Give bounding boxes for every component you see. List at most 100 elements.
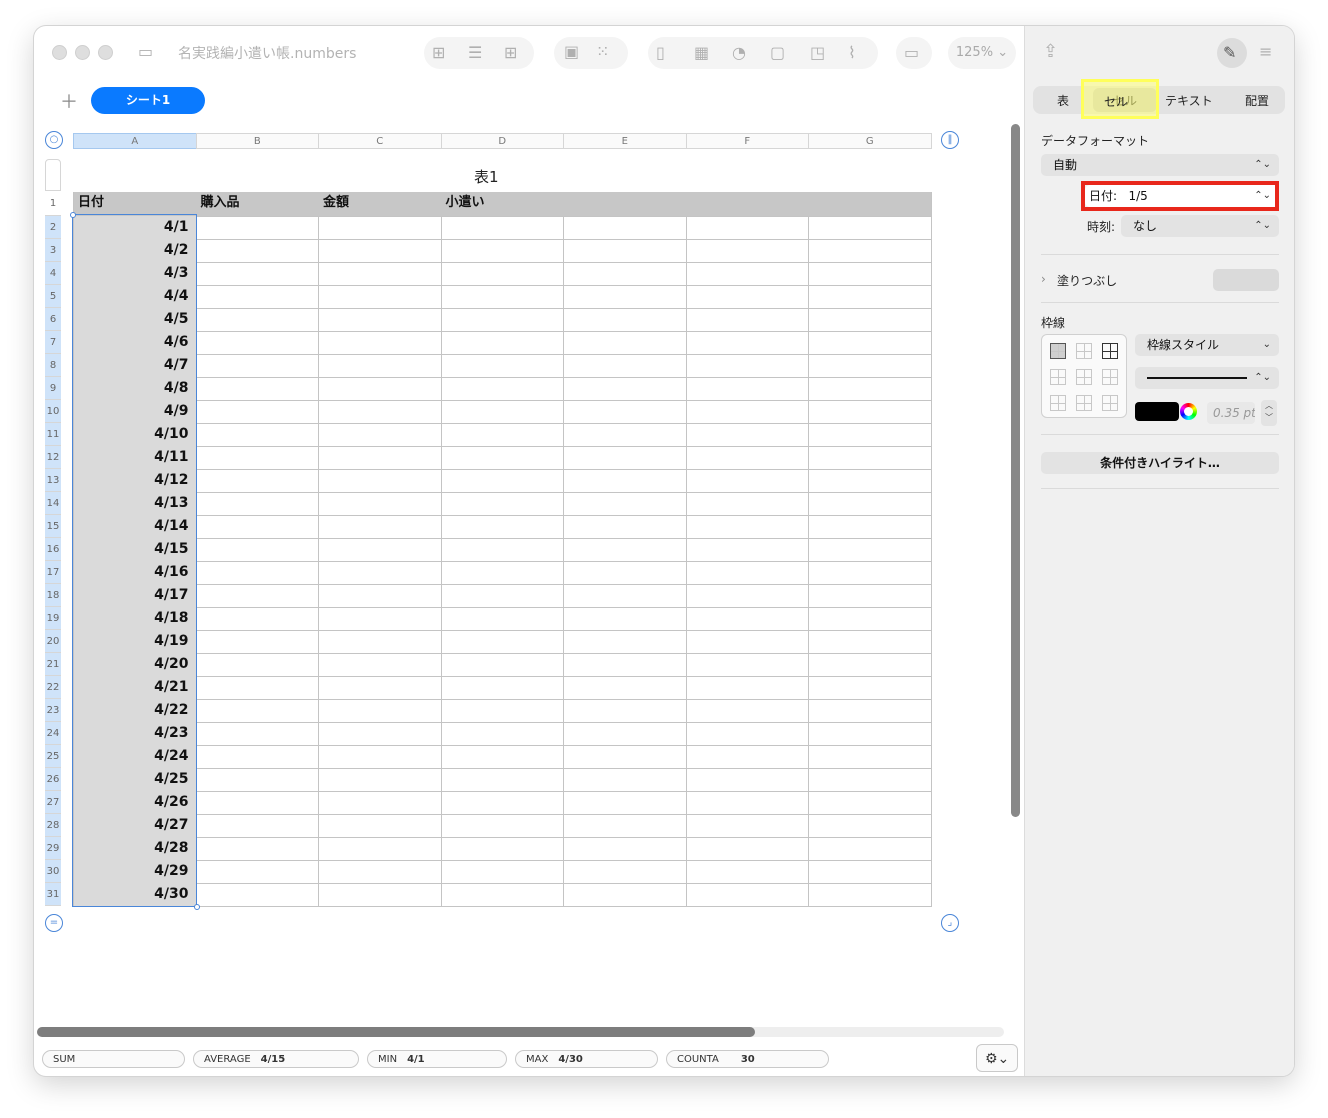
table-cell[interactable]	[195, 653, 319, 677]
table-cell[interactable]	[563, 308, 687, 332]
table-cell[interactable]	[318, 239, 442, 263]
table-cell[interactable]	[195, 377, 319, 401]
border-inner-icon[interactable]	[1076, 343, 1092, 359]
table-icon[interactable]: ▦	[694, 43, 709, 63]
table-cell[interactable]	[808, 400, 932, 424]
table-cell[interactable]	[685, 883, 809, 907]
table-cell[interactable]	[318, 630, 442, 654]
table-cell[interactable]	[195, 722, 319, 746]
table-cell[interactable]	[440, 814, 564, 838]
table-cell[interactable]	[808, 377, 932, 401]
border-style-popup[interactable]: 枠線スタイル ⌄	[1135, 334, 1279, 356]
table-cell[interactable]	[195, 860, 319, 884]
table-cell[interactable]	[440, 377, 564, 401]
date-cell[interactable]: 4/4	[73, 285, 197, 309]
column-header-g[interactable]: G	[808, 133, 932, 149]
date-cell[interactable]: 4/27	[73, 814, 197, 838]
stat-max[interactable]: MAX 4/30	[515, 1050, 658, 1068]
table-cell[interactable]	[318, 492, 442, 516]
row-header[interactable]: 7	[45, 331, 61, 354]
table-cell[interactable]	[318, 331, 442, 355]
close-window-button[interactable]	[52, 45, 67, 60]
date-cell[interactable]: 4/19	[73, 630, 197, 654]
grid-dots-icon[interactable]: ⁙	[596, 42, 609, 62]
table-cell[interactable]	[563, 745, 687, 769]
table-cell[interactable]	[685, 745, 809, 769]
table-cell[interactable]	[563, 400, 687, 424]
row-header[interactable]: 5	[45, 285, 61, 308]
table-cell[interactable]	[808, 561, 932, 585]
column-header-b[interactable]: B	[195, 133, 319, 149]
table-cell[interactable]	[685, 676, 809, 700]
selection-handle[interactable]	[193, 904, 200, 910]
date-cell[interactable]: 4/25	[73, 768, 197, 792]
border-right-icon[interactable]	[1102, 369, 1118, 385]
table-cell[interactable]	[808, 331, 932, 355]
table-cell[interactable]	[808, 538, 932, 562]
date-cell[interactable]: 4/6	[73, 331, 197, 355]
row-header[interactable]: 17	[45, 561, 61, 584]
chart-icon[interactable]: ◔	[732, 43, 746, 63]
date-cell[interactable]: 4/3	[73, 262, 197, 286]
header-cell[interactable]: 購入品	[195, 192, 319, 217]
table-cell[interactable]	[563, 814, 687, 838]
row-header[interactable]: 11	[45, 423, 61, 446]
time-format-popup[interactable]: なし ⌃⌄	[1121, 215, 1279, 237]
date-cell[interactable]: 4/8	[73, 377, 197, 401]
table-cell[interactable]	[440, 653, 564, 677]
table-cell[interactable]	[563, 239, 687, 263]
row-header[interactable]: 15	[45, 515, 61, 538]
table-cell[interactable]	[318, 722, 442, 746]
row-header[interactable]: 10	[45, 400, 61, 423]
header-cell[interactable]: 日付	[73, 192, 197, 217]
date-cell[interactable]: 4/24	[73, 745, 197, 769]
table-cell[interactable]	[685, 446, 809, 470]
table-cell[interactable]	[685, 538, 809, 562]
table-cell[interactable]	[195, 239, 319, 263]
table-cell[interactable]	[685, 308, 809, 332]
header-cell[interactable]	[563, 192, 687, 217]
zoom-menu[interactable]: 125% ⌄	[948, 37, 1016, 69]
border-grid-icon[interactable]	[1102, 343, 1118, 359]
row-header[interactable]: 22	[45, 676, 61, 699]
border-horizontal-icon[interactable]	[1076, 395, 1092, 411]
date-cell[interactable]: 4/26	[73, 791, 197, 815]
column-header-f[interactable]: F	[685, 133, 809, 149]
date-cell[interactable]: 4/15	[73, 538, 197, 562]
table-cell[interactable]	[440, 883, 564, 907]
table-cell[interactable]	[318, 561, 442, 585]
table-cell[interactable]	[440, 515, 564, 539]
row-header[interactable]: 9	[45, 377, 61, 400]
table-cell[interactable]	[195, 814, 319, 838]
stat-sum[interactable]: SUM	[42, 1050, 185, 1068]
table-cell[interactable]	[563, 699, 687, 723]
date-cell[interactable]: 4/5	[73, 308, 197, 332]
table-cell[interactable]	[685, 400, 809, 424]
table-cell[interactable]	[440, 630, 564, 654]
table-cell[interactable]	[318, 469, 442, 493]
table-cell[interactable]	[685, 423, 809, 447]
table-cell[interactable]	[808, 883, 932, 907]
table-cell[interactable]	[563, 285, 687, 309]
date-cell[interactable]: 4/23	[73, 722, 197, 746]
table-cell[interactable]	[195, 446, 319, 470]
table-cell[interactable]	[808, 630, 932, 654]
border-all-icon[interactable]	[1050, 343, 1066, 359]
row-header[interactable]: 12	[45, 446, 61, 469]
table-cell[interactable]	[440, 676, 564, 700]
table-cell[interactable]	[195, 262, 319, 286]
row-header[interactable]: 16	[45, 538, 61, 561]
table-cell[interactable]	[563, 377, 687, 401]
table-cell[interactable]	[440, 262, 564, 286]
minimize-window-button[interactable]	[75, 45, 90, 60]
table-cell[interactable]	[563, 354, 687, 378]
row-header[interactable]: 1	[45, 192, 61, 216]
table-cell[interactable]	[318, 423, 442, 447]
table-cell[interactable]	[685, 354, 809, 378]
table-cell[interactable]	[440, 469, 564, 493]
table-select-handle-icon[interactable]: ○	[45, 131, 63, 149]
conditional-highlight-button[interactable]: 条件付きハイライト…	[1041, 452, 1279, 474]
row-header[interactable]: 13	[45, 469, 61, 492]
table-cell[interactable]	[685, 607, 809, 631]
disclosure-chevron-icon[interactable]: ›	[1041, 272, 1046, 286]
